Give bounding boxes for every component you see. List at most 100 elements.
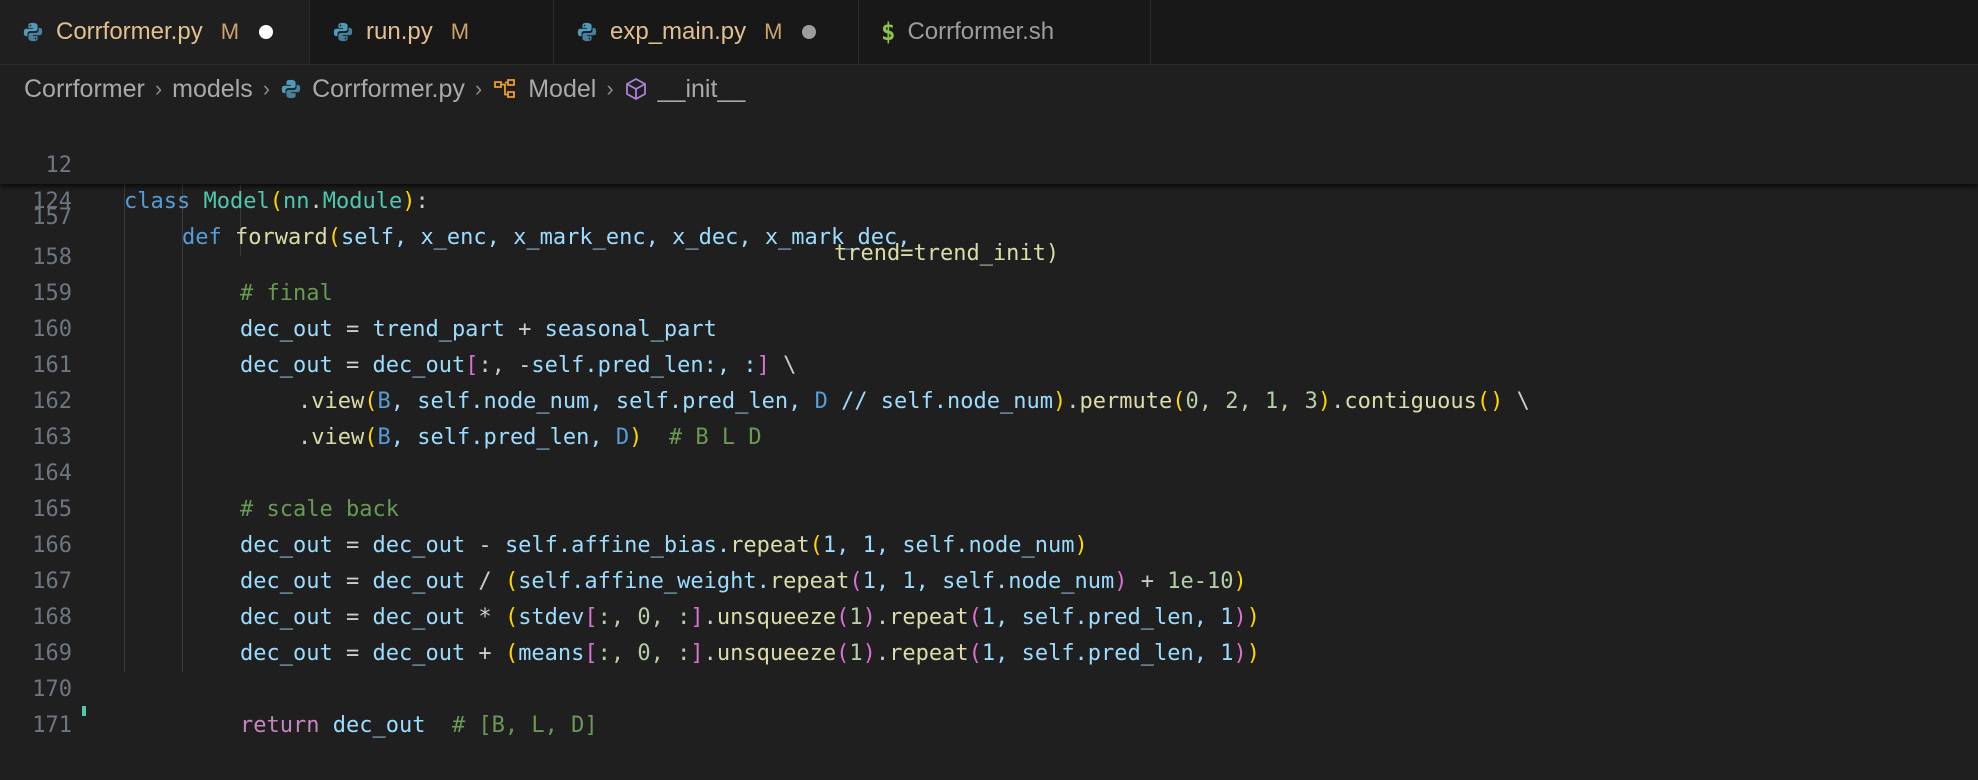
code-line[interactable]: 170 return dec_out # [B, L, D] (0, 636, 597, 738)
arguments: 1, 1, self.node_num (822, 533, 1075, 558)
method-call: view (311, 425, 365, 450)
dot: . (298, 389, 312, 414)
paren: ( (327, 225, 341, 250)
identifier: trend_part (372, 317, 505, 342)
tab-label: Corrformer.py (56, 17, 203, 45)
operator: = (332, 605, 373, 630)
tab-corrformer-py[interactable]: Corrformer.py M (0, 0, 310, 64)
sticky-line[interactable]: 124 def forward(self, x_enc, x_mark_enc,… (0, 148, 910, 250)
paren: ( (809, 533, 823, 558)
index: :, 0, : (597, 605, 691, 630)
chevron-right-icon: › (262, 76, 271, 101)
code-line[interactable]: 171 (0, 672, 72, 738)
number-literal: 0, 2, 1, 3 (1185, 389, 1318, 414)
identifier: dec_out (372, 533, 466, 558)
operator: + (1127, 569, 1168, 594)
bracket: [ (584, 641, 598, 666)
code-line[interactable]: 162 .view(B, self.pred_len, D) # B L D (0, 348, 761, 450)
operator: - (465, 533, 505, 558)
operator: = (332, 641, 373, 666)
paren: ( (968, 641, 982, 666)
method-call: permute (1079, 389, 1173, 414)
python-icon (577, 22, 597, 42)
identifier: dec_out (240, 569, 333, 594)
sticky-scroll-header: 12 class Model(nn.Module): 124 def forwa… (0, 112, 1978, 250)
arguments: 1, self.pred_len, 1 (981, 641, 1234, 666)
unsaved-dot-icon[interactable] (259, 24, 274, 39)
dot: . (309, 189, 323, 214)
code-line[interactable]: 167 dec_out = dec_out * (stdev[:, 0, :].… (0, 528, 1260, 630)
method-call: repeat (889, 641, 969, 666)
base-class: Module (322, 189, 403, 214)
comment: # final (240, 281, 333, 306)
python-icon (23, 22, 43, 41)
paren: ) (1053, 389, 1067, 414)
operator: * (465, 605, 505, 630)
tab-label: exp_main.py (610, 18, 747, 45)
unsaved-dot-icon[interactable] (802, 25, 817, 39)
line-continuation: \ (769, 353, 797, 378)
indent-guide (182, 184, 183, 672)
arguments: , self.pred_len, (390, 425, 616, 450)
dot: . (875, 605, 890, 630)
operator: + (465, 641, 505, 666)
arguments: 1, 1, self.node_num (862, 569, 1115, 594)
method-call: repeat (769, 569, 850, 594)
colon: : (415, 189, 429, 214)
breadcrumb-subfolder[interactable]: models (172, 75, 253, 104)
code-line[interactable]: 166 dec_out = dec_out / (self.affine_wei… (0, 492, 1247, 594)
tab-exp-main-py[interactable]: exp_main.py M (554, 0, 859, 64)
bracket: ] (690, 605, 704, 630)
code-line[interactable]: 163 (0, 384, 72, 450)
paren: ( (1172, 389, 1186, 414)
tab-run-py[interactable]: run.py M (310, 0, 554, 64)
operator: + (504, 317, 545, 342)
module-name: nn (282, 189, 310, 214)
code-line[interactable]: 164 # scale back (0, 420, 399, 522)
code-line[interactable]: 161 .view(B, self.node_num, self.pred_le… (0, 312, 1530, 414)
operator: = (332, 317, 373, 342)
paren: ( (504, 641, 519, 666)
paren: ) (1074, 533, 1088, 558)
code-text: :, - (478, 353, 532, 378)
identifier: dec_out (240, 641, 333, 666)
bracket: [ (584, 605, 598, 630)
sticky-line[interactable]: 12 class Model(nn.Module): (0, 112, 429, 214)
git-status-badge: M (220, 18, 240, 44)
comment: # B L D (642, 425, 762, 450)
paren: ) (1317, 389, 1332, 414)
paren: ) (1114, 569, 1128, 594)
paren: ( (504, 605, 519, 630)
identifier: B (377, 389, 391, 414)
identifier: D (615, 425, 630, 450)
parameters: self, x_enc, x_mark_enc, x_dec, x_mark_d… (340, 225, 911, 250)
breadcrumb-file[interactable]: Corrformer.py (312, 75, 465, 104)
code-line[interactable]: 169 (0, 600, 72, 666)
code-line[interactable]: 168 dec_out = dec_out + (means[:, 0, :].… (0, 564, 1260, 666)
comment: # scale back (240, 497, 399, 522)
identifier: dec_out (372, 605, 466, 630)
operator: = (332, 569, 373, 594)
method-symbol-icon (625, 77, 646, 101)
breadcrumb-class[interactable]: Model (528, 75, 596, 104)
paren: ( (504, 569, 519, 594)
identifier: dec_out (372, 353, 466, 378)
tab-label: run.py (366, 18, 433, 45)
line-continuation: \ (1503, 389, 1530, 414)
dot: . (703, 605, 717, 630)
paren: ) (862, 605, 876, 630)
code-line[interactable]: 165 dec_out = dec_out - self.affine_bias… (0, 456, 1088, 558)
identifier: means (518, 641, 585, 666)
breadcrumb: Corrformer › models › Corrformer.py › Mo… (0, 65, 1978, 113)
tab-corrformer-sh[interactable]: $ Corrformer.sh (859, 0, 1151, 64)
paren: ( (364, 425, 378, 450)
arguments: // self.node_num (827, 389, 1053, 414)
method-call: repeat (730, 533, 810, 558)
git-status-badge: M (450, 19, 470, 44)
line-number: 124 (32, 189, 72, 214)
identifier: dec_out (372, 569, 466, 594)
breadcrumb-method[interactable]: __init__ (658, 75, 746, 104)
breadcrumb-folder[interactable]: Corrformer (24, 75, 145, 104)
class-symbol-icon (494, 79, 516, 98)
dot: . (875, 641, 890, 666)
